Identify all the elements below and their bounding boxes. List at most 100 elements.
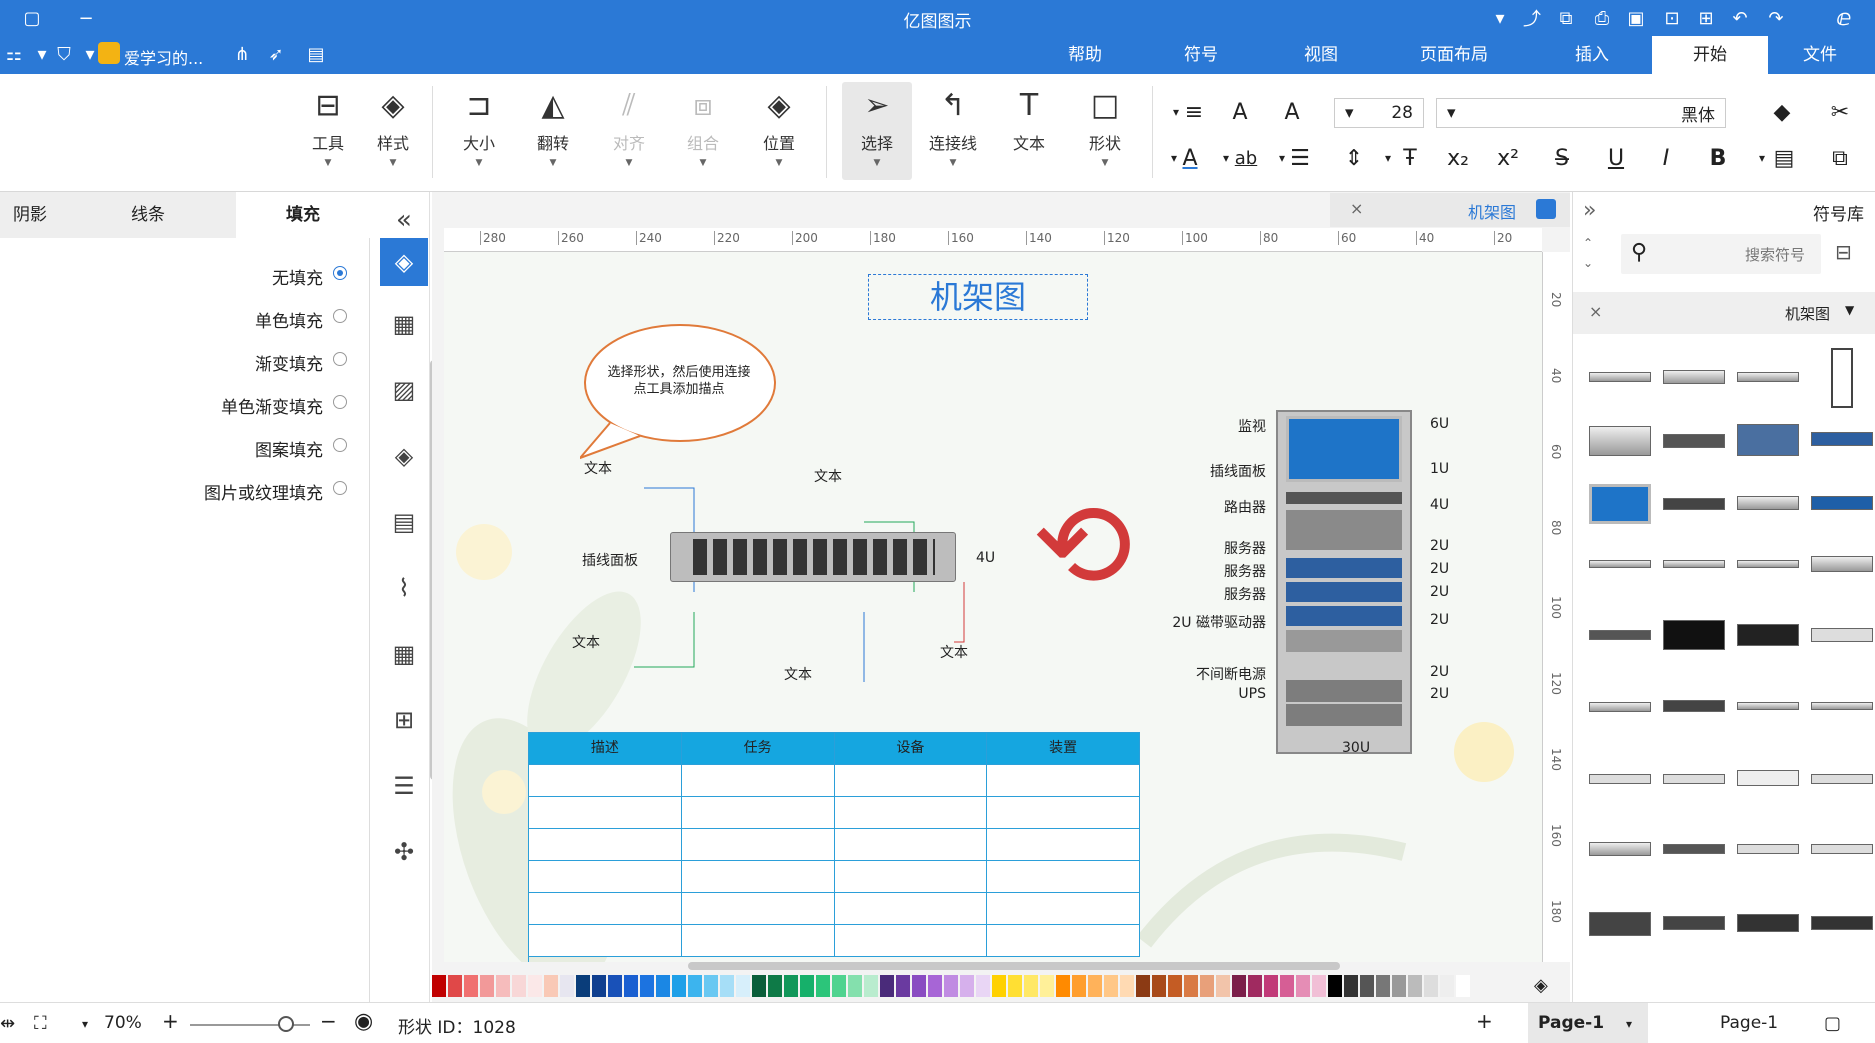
palette-swatch[interactable] (592, 975, 606, 997)
rack-symbol[interactable] (1737, 770, 1799, 786)
table-cell[interactable] (529, 765, 682, 797)
rack-symbol[interactable] (1737, 624, 1799, 646)
palette-swatch[interactable] (1296, 975, 1310, 997)
palette-swatch[interactable] (464, 975, 478, 997)
rack-symbol[interactable] (1811, 844, 1873, 854)
radio[interactable] (333, 395, 347, 409)
highlight-icon[interactable]: ab (1228, 140, 1264, 176)
fill-option-single-gradient[interactable] (333, 395, 347, 409)
menu-view[interactable]: 视图 (1298, 36, 1344, 74)
search-icon[interactable]: ⚲ (1631, 240, 1647, 265)
chevron-down-icon[interactable]: ▾ (82, 1017, 88, 1031)
tab-fill[interactable]: 填充 (236, 192, 370, 238)
drawing-page[interactable]: 机架图 选择形状，然后使用连接点工具添加描点 文本 文本 文本 文本 文本 插线… (444, 252, 1542, 962)
rack-symbol[interactable] (1737, 560, 1799, 568)
palette-swatch[interactable] (1104, 975, 1118, 997)
rack-symbol[interactable] (1589, 842, 1651, 856)
rack-symbol[interactable] (1831, 348, 1853, 408)
strikethrough-icon[interactable]: S̶ (1544, 140, 1580, 176)
align-right-icon[interactable]: ≡ (1176, 94, 1212, 130)
palette-swatch[interactable] (848, 975, 862, 997)
text-label[interactable]: 文本 (784, 664, 812, 684)
font-color-icon[interactable]: A (1172, 140, 1208, 176)
superscript-icon[interactable]: x² (1490, 140, 1526, 176)
library-manage-icon[interactable]: ⊟ (1835, 240, 1852, 264)
style-button[interactable]: ◈ 样式 ▼ (358, 82, 428, 180)
palette-swatch[interactable] (704, 975, 718, 997)
rack-symbol[interactable] (1663, 498, 1725, 510)
rack-symbol[interactable] (1811, 496, 1873, 510)
radio-selected[interactable] (333, 266, 347, 280)
table-cell[interactable] (987, 893, 1140, 925)
print-icon[interactable]: ⎙ (1588, 4, 1616, 32)
document-tab[interactable]: × 机架图 (1330, 193, 1570, 227)
tab-shadow[interactable]: 阴影 (0, 192, 60, 238)
scroll-down-icon[interactable]: ⌄ (1583, 256, 1593, 270)
format-painter-icon[interactable]: ◆ (1764, 94, 1800, 130)
palette-swatch[interactable] (1184, 975, 1198, 997)
palette-swatch[interactable] (1360, 975, 1374, 997)
palette-swatch[interactable] (544, 975, 558, 997)
mindmap-icon[interactable]: ✣ (380, 828, 428, 876)
menu-symbols[interactable]: 符号 (1178, 36, 1224, 74)
table-cell[interactable] (987, 829, 1140, 861)
share-icon[interactable]: ⋔ (228, 40, 256, 68)
table-cell[interactable] (987, 925, 1140, 957)
rack-symbol[interactable] (1811, 556, 1873, 572)
zoom-slider-handle[interactable] (278, 1016, 294, 1032)
redo-icon[interactable]: ↷ (1762, 4, 1790, 32)
rack-symbol[interactable] (1589, 372, 1651, 382)
tab-line[interactable]: 线条 (60, 192, 236, 238)
table-cell[interactable] (834, 925, 988, 957)
new-icon[interactable]: ⊞ (1692, 4, 1720, 32)
rack-symbol[interactable] (1737, 496, 1799, 510)
undo-icon[interactable]: ↶ (1726, 4, 1754, 32)
flip-button[interactable]: ◭ 翻转 ▼ (518, 82, 588, 180)
open-icon[interactable]: ⧉ (1552, 4, 1580, 32)
subscript-icon[interactable]: x₂ (1440, 140, 1476, 176)
rack-symbol[interactable] (1589, 774, 1651, 784)
palette-swatch[interactable] (1344, 975, 1358, 997)
rack-symbol[interactable] (1663, 620, 1725, 650)
apps-icon[interactable]: ⚏ (0, 40, 28, 68)
scroll-up-icon[interactable]: ⌃ (1583, 236, 1593, 250)
menu-file[interactable]: 文件 (1782, 36, 1858, 74)
expand-panel-icon[interactable]: » (1583, 198, 1596, 223)
palette-swatch[interactable] (528, 975, 542, 997)
underline-icon[interactable]: U (1598, 140, 1634, 176)
radio[interactable] (333, 438, 347, 452)
add-page-icon[interactable]: + (1476, 1009, 1493, 1033)
table-cell[interactable] (529, 861, 682, 893)
text-style-icon[interactable]: Ŧ (1392, 140, 1428, 176)
play-icon[interactable]: ◉ (354, 1009, 373, 1034)
select-button[interactable]: ➢ 选择 ▼ (842, 82, 912, 180)
palette-swatch[interactable] (1168, 975, 1182, 997)
palette-swatch[interactable] (784, 975, 798, 997)
rack-symbol[interactable] (1589, 426, 1651, 456)
menu-help[interactable]: 帮助 (1062, 36, 1108, 74)
fit-width-icon[interactable]: ⇹ (0, 1013, 15, 1034)
document-icon[interactable]: ▤ (380, 498, 428, 546)
chart-icon[interactable]: ⌇ (380, 564, 428, 612)
palette-swatch[interactable] (688, 975, 702, 997)
rack-symbol[interactable] (1737, 702, 1799, 710)
table-cell[interactable] (529, 925, 682, 957)
palette-swatch[interactable] (1392, 975, 1406, 997)
palette-swatch[interactable] (480, 975, 494, 997)
palette-swatch[interactable] (880, 975, 894, 997)
position-button[interactable]: ◈ 位置 ▼ (744, 82, 814, 180)
palette-swatch[interactable] (1280, 975, 1294, 997)
palette-swatch[interactable] (736, 975, 750, 997)
menu-page-layout[interactable]: 页面布局 (1412, 36, 1496, 74)
palette-swatch[interactable] (976, 975, 990, 997)
align-button[interactable]: ⫽ 对齐 ▼ (594, 82, 664, 180)
palette-swatch[interactable] (960, 975, 974, 997)
gantt-icon[interactable]: ☰ (380, 762, 428, 810)
fullscreen-icon[interactable]: ⛶ (34, 1013, 47, 1034)
palette-swatch[interactable] (1152, 975, 1166, 997)
comment-icon[interactable]: ▤ (302, 40, 330, 68)
table-cell[interactable] (987, 861, 1140, 893)
table-cell[interactable] (834, 893, 988, 925)
cut-icon[interactable]: ✂ (1822, 94, 1858, 130)
palette-swatch[interactable] (1072, 975, 1086, 997)
